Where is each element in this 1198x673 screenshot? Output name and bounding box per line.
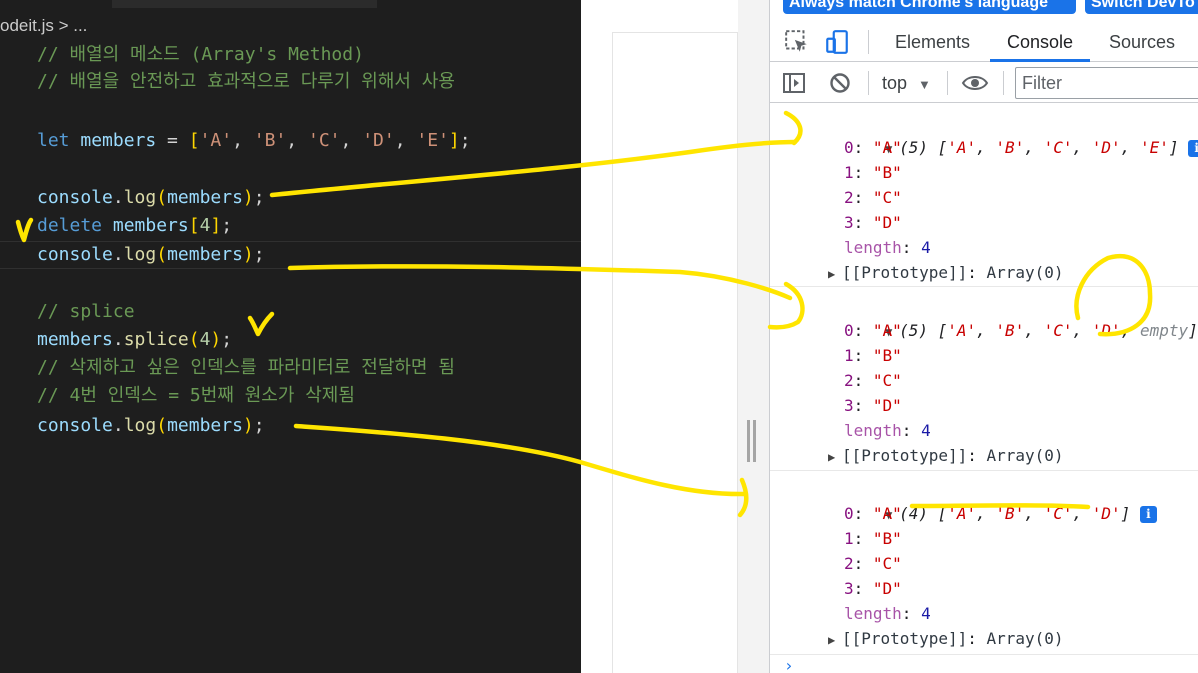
clear-console-icon[interactable] bbox=[828, 71, 852, 95]
editor-tab-bar bbox=[0, 0, 581, 10]
collapsed-triangle-icon[interactable]: ▶ bbox=[828, 262, 842, 287]
devtools-tab-bar: Elements Console Sources bbox=[770, 22, 1198, 62]
array-entry: 3: "D" bbox=[844, 579, 902, 598]
collapsed-triangle-icon[interactable]: ▶ bbox=[828, 628, 842, 653]
collapsed-triangle-icon[interactable]: ▶ bbox=[828, 445, 842, 470]
summary-item: 'A' bbox=[947, 504, 977, 523]
array-count: (5) bbox=[899, 321, 928, 340]
code-line[interactable]: console.log(members); bbox=[37, 184, 265, 212]
context-value: top bbox=[882, 73, 908, 93]
language-infobar: Always match Chrome's language Switch De… bbox=[770, 0, 1198, 22]
summary-item: 'D' bbox=[1091, 321, 1121, 340]
code-line[interactable]: // 삭제하고 싶은 인덱스를 파라미터로 전달하면 됨 bbox=[37, 354, 455, 382]
summary-item: 'B' bbox=[995, 138, 1025, 157]
device-toolbar-icon[interactable] bbox=[824, 29, 850, 55]
console-output[interactable]: ▼ (5) ['A', 'B', 'C', 'D', 'E'] i 0: "A" … bbox=[770, 104, 1198, 673]
array-summary[interactable]: ▼ (5) ['A', 'B', 'C', 'D', 'E'] i bbox=[808, 110, 1198, 157]
code-editor[interactable]: odeit.js > ... // 배열의 메소드 (Array's Metho… bbox=[0, 0, 581, 673]
code-line[interactable]: // 배열을 안전하고 효과적으로 다루기 위해서 사용 bbox=[37, 68, 455, 96]
array-entry: 1: "B" bbox=[844, 529, 902, 548]
array-entry: 2: "C" bbox=[844, 554, 902, 573]
summary-item: 'D' bbox=[1091, 504, 1121, 523]
array-prototype[interactable]: ▶ [[Prototype]]: Array(0) bbox=[828, 626, 1064, 651]
summary-item: 'C' bbox=[1043, 138, 1073, 157]
array-entry: 2: "C" bbox=[844, 371, 902, 390]
eye-icon[interactable] bbox=[961, 71, 989, 95]
summary-item: 'C' bbox=[1043, 504, 1073, 523]
array-length: length: 4 bbox=[844, 238, 931, 257]
code-line[interactable]: delete members[4]; bbox=[37, 212, 232, 240]
tab-sources[interactable]: Sources bbox=[1109, 22, 1175, 62]
array-prototype[interactable]: ▶ [[Prototype]]: Array(0) bbox=[828, 260, 1064, 285]
code-line[interactable]: console.log(members); bbox=[37, 241, 265, 269]
array-entry: 3: "D" bbox=[844, 396, 902, 415]
console-log-entry: ▼(5) ['A', 'B', 'C', 'D', empty] i 0: "A… bbox=[770, 288, 1198, 471]
summary-item: 'B' bbox=[995, 321, 1025, 340]
array-entry: 0: "A" bbox=[844, 504, 902, 523]
code-line[interactable]: // 4번 인덱스 = 5번째 원소가 삭제됨 bbox=[37, 382, 355, 410]
filter-box bbox=[1015, 67, 1198, 99]
array-entry: 0: "A" bbox=[844, 321, 902, 340]
tab-console[interactable]: Console bbox=[990, 22, 1090, 62]
toolbar-separator bbox=[1003, 71, 1004, 95]
switch-devtools-button[interactable]: Switch DevTo bbox=[1085, 0, 1198, 14]
tab-separator bbox=[868, 30, 869, 54]
array-prototype[interactable]: ▶ [[Prototype]]: Array(0) bbox=[828, 443, 1064, 468]
context-select[interactable]: top ▼ bbox=[882, 71, 931, 95]
array-entry: 1: "B" bbox=[844, 346, 902, 365]
code-line[interactable]: console.log(members); bbox=[37, 412, 265, 440]
array-entry: 3: "D" bbox=[844, 213, 902, 232]
match-language-button[interactable]: Always match Chrome's language bbox=[783, 0, 1076, 14]
array-length: length: 4 bbox=[844, 421, 931, 440]
toolbar-separator bbox=[947, 71, 948, 95]
code-line[interactable]: // 배열의 메소드 (Array's Method) bbox=[37, 41, 364, 69]
summary-item: 'C' bbox=[1043, 321, 1073, 340]
array-count: (4) bbox=[899, 504, 928, 523]
code-line[interactable]: let members = ['A', 'B', 'C', 'D', 'E']; bbox=[37, 127, 471, 155]
array-entry: 0: "A" bbox=[844, 138, 902, 157]
page-viewport bbox=[581, 0, 769, 673]
summary-item: 'D' bbox=[1091, 138, 1121, 157]
editor-tab[interactable] bbox=[112, 0, 377, 8]
summary-item: 'A' bbox=[947, 321, 977, 340]
devtools-resize-handle[interactable] bbox=[747, 420, 756, 462]
filter-input[interactable] bbox=[1016, 68, 1198, 98]
console-toolbar: top ▼ bbox=[770, 63, 1198, 103]
array-summary[interactable]: ▼(5) ['A', 'B', 'C', 'D', empty] i bbox=[808, 293, 1198, 340]
toolbar-separator bbox=[868, 71, 869, 95]
array-count: (5) bbox=[899, 138, 928, 157]
console-prompt-icon[interactable]: › bbox=[784, 656, 794, 673]
devtools-panel: Always match Chrome's language Switch De… bbox=[769, 0, 1198, 673]
chevron-down-icon: ▼ bbox=[918, 77, 931, 92]
summary-item: 'E' bbox=[1139, 138, 1169, 157]
console-log-entry: ▼ (5) ['A', 'B', 'C', 'D', 'E'] i 0: "A" … bbox=[770, 104, 1198, 287]
info-icon[interactable]: i bbox=[1188, 140, 1198, 157]
code-line[interactable]: members.splice(4); bbox=[37, 326, 232, 354]
empty-slot-label: empty bbox=[1139, 321, 1189, 340]
summary-item: 'A' bbox=[947, 138, 977, 157]
code-line[interactable]: // splice bbox=[37, 298, 135, 326]
editor-tab[interactable] bbox=[377, 0, 581, 10]
array-length: length: 4 bbox=[844, 604, 931, 623]
editor-tab[interactable] bbox=[0, 0, 112, 10]
tab-elements[interactable]: Elements bbox=[895, 22, 970, 62]
panel-gutter bbox=[738, 0, 769, 673]
console-log-entry: ▼ (4) ['A', 'B', 'C', 'D'] i 0: "A" 1: "B… bbox=[770, 472, 1198, 655]
page-content-area bbox=[612, 32, 738, 673]
array-entry: 1: "B" bbox=[844, 163, 902, 182]
info-icon[interactable]: i bbox=[1139, 506, 1157, 523]
inspect-element-icon[interactable] bbox=[784, 29, 810, 55]
summary-item: 'B' bbox=[995, 504, 1025, 523]
array-entry: 2: "C" bbox=[844, 188, 902, 207]
breadcrumb[interactable]: odeit.js > ... bbox=[0, 14, 87, 38]
sidebar-toggle-icon[interactable] bbox=[782, 71, 806, 95]
array-summary[interactable]: ▼ (4) ['A', 'B', 'C', 'D'] i bbox=[808, 476, 1157, 523]
